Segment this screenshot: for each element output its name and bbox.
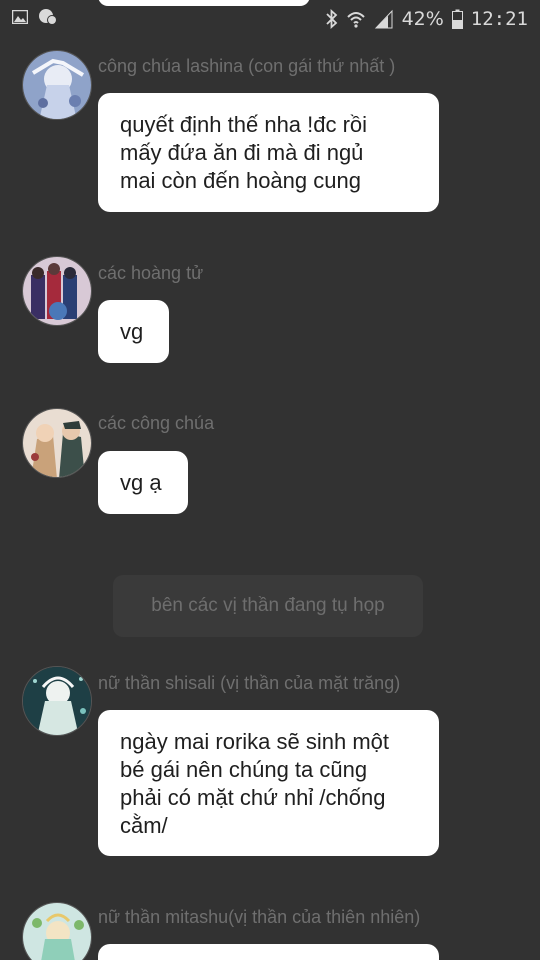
avatar[interactable] bbox=[22, 902, 92, 960]
avatar[interactable] bbox=[22, 50, 92, 120]
previous-message-bubble[interactable] bbox=[98, 0, 310, 6]
avatar[interactable] bbox=[22, 256, 92, 326]
battery-percent: 42% bbox=[401, 8, 444, 30]
battery-icon bbox=[451, 9, 463, 29]
sender-name: công chúa lashina (con gái thứ nhất ) bbox=[98, 56, 396, 76]
message-bubble[interactable]: quyết định thế nha !đc rồi mấy đứa ăn đi… bbox=[98, 93, 439, 212]
message-bubble[interactable] bbox=[98, 944, 439, 960]
message-bubble[interactable]: ngày mai rorika sẽ sinh một bé gái nên c… bbox=[98, 710, 439, 856]
avatar[interactable] bbox=[22, 666, 92, 736]
gallery-icon bbox=[12, 10, 28, 24]
sender-name: nữ thần shisali (vị thần của mặt trăng) bbox=[98, 673, 401, 693]
sender-name: các công chúa bbox=[98, 413, 215, 433]
chat-notification-icon bbox=[39, 9, 57, 25]
clock: 12:21 bbox=[470, 8, 528, 30]
sender-name: nữ thần mitashu(vị thần của thiên nhiên) bbox=[98, 907, 421, 927]
sender-name: các hoàng tử bbox=[98, 263, 204, 283]
status-icons: 42% 12:21 bbox=[325, 6, 528, 32]
message-bubble[interactable]: vg bbox=[98, 300, 169, 363]
narration-banner: bên các vị thần đang tụ họp bbox=[113, 575, 423, 637]
avatar[interactable] bbox=[22, 408, 92, 478]
message-bubble[interactable]: vg ạ bbox=[98, 451, 188, 514]
chat-screen: 42% 12:21 công chúa lashina (con gái thứ… bbox=[0, 0, 540, 960]
wifi-icon bbox=[346, 12, 365, 28]
signal-icon bbox=[374, 9, 393, 29]
bluetooth-icon bbox=[325, 9, 337, 29]
